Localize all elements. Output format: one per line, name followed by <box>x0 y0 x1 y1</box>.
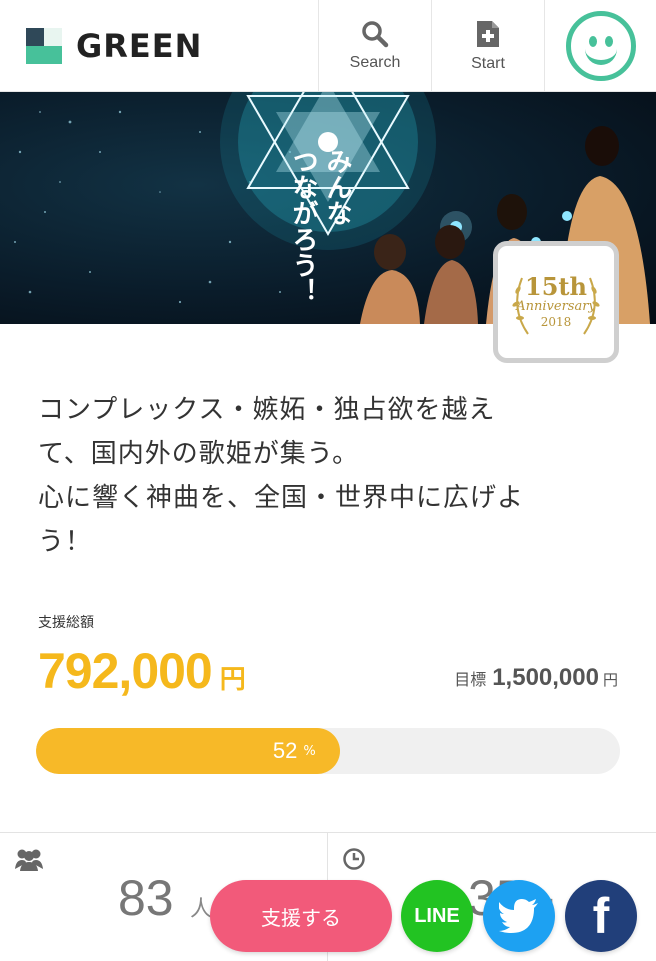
progress-percent-unit: % <box>303 743 316 759</box>
search-label: Search <box>349 53 401 71</box>
supporters-count: 83 <box>118 870 174 926</box>
laurel-wreath-icon <box>512 277 600 335</box>
project-title-line: う！ <box>38 527 93 557</box>
amount-value: 792,000 <box>38 643 213 699</box>
facebook-share-button[interactable]: f <box>565 880 637 952</box>
line-share-button[interactable]: LINE <box>401 880 473 952</box>
goal-amount: 目標 1,500,000 円 <box>454 664 618 692</box>
project-title-line: て、国内外の歌姫が集う。 <box>38 439 360 469</box>
funding-progress-bar: 52 % <box>36 728 620 774</box>
logo-text: GREEN <box>76 27 203 65</box>
smiley-avatar-icon <box>566 10 636 81</box>
supporters-unit: 人 <box>190 897 213 922</box>
facebook-icon: f <box>592 888 610 944</box>
amount-unit: 円 <box>219 665 246 695</box>
progress-percent: 52 <box>272 738 298 763</box>
goal-label: 目標 <box>454 670 487 689</box>
goal-value: 1,500,000 <box>492 664 599 691</box>
goal-unit: 円 <box>602 671 618 689</box>
start-button[interactable]: Start <box>431 0 544 91</box>
new-document-icon <box>477 20 499 47</box>
start-label: Start <box>471 54 505 72</box>
banner-copy-line: つながろう！ <box>288 148 318 304</box>
banner-copy-line: みんな <box>322 148 352 226</box>
clock-icon <box>343 848 365 870</box>
logo-icon <box>26 28 62 64</box>
progress-fill: 52 % <box>36 728 340 774</box>
user-menu-button[interactable] <box>544 0 656 91</box>
people-icon <box>15 849 43 871</box>
search-button[interactable]: Search <box>318 0 431 91</box>
twitter-share-button[interactable] <box>483 880 555 952</box>
twitter-bird-icon <box>499 899 538 933</box>
support-button[interactable]: 支援する <box>210 880 392 952</box>
total-support-label: 支援総額 <box>38 615 94 631</box>
project-title-line: 心に響く神曲を、全国・世界中に広げよ <box>38 483 525 513</box>
search-icon <box>362 20 389 47</box>
app-header: GREEN Search Start <box>0 0 656 92</box>
anniversary-badge: 15th Anniversary 2018 <box>493 241 619 363</box>
project-title-line: コンプレックス・嫉妬・独占欲を越え <box>38 395 496 425</box>
green-logo[interactable]: GREEN <box>26 27 203 65</box>
total-support-amount: 792,000 円 <box>38 642 246 700</box>
project-title: コンプレックス・嫉妬・独占欲を越え て、国内外の歌姫が集う。 心に響く神曲を、全… <box>38 388 598 564</box>
banner-copy: みんな つながろう！ <box>108 148 352 304</box>
